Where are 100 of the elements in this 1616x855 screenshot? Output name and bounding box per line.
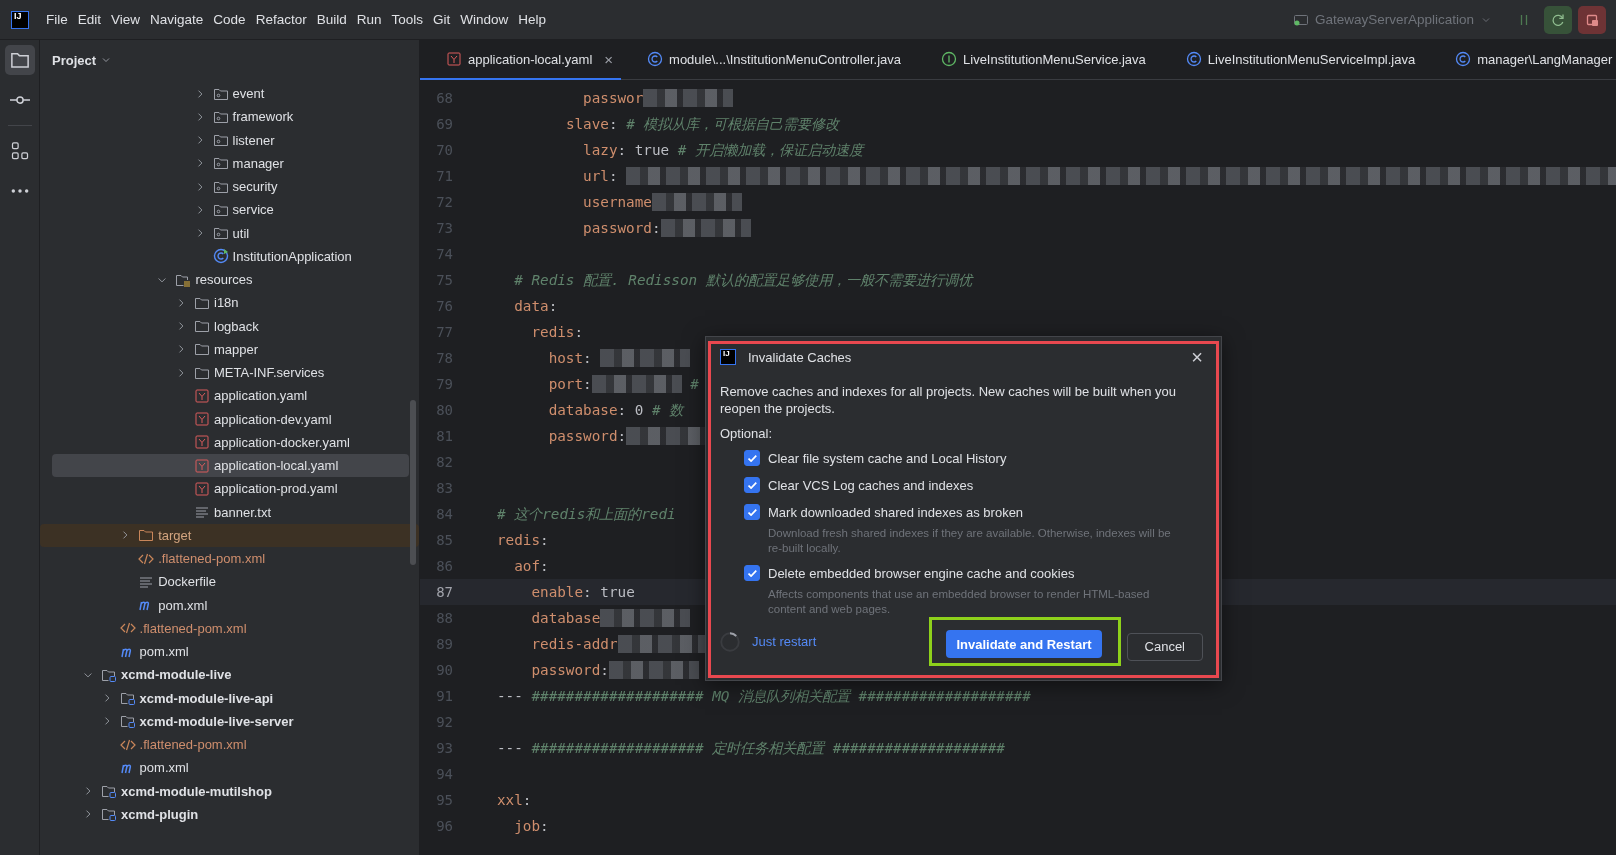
tree-item[interactable]: target — [40, 523, 419, 547]
panel-title[interactable]: Project — [52, 52, 97, 68]
cancel-button[interactable]: Cancel — [1126, 632, 1203, 661]
yaml-file-icon — [194, 387, 210, 404]
code-punctuation: : — [548, 298, 558, 314]
tree-item[interactable]: xcmd-module-live — [52, 663, 409, 687]
tree-item[interactable]: META-INF.services — [52, 361, 409, 385]
checkbox[interactable] — [744, 450, 760, 466]
yaml-key: xxl — [497, 792, 523, 808]
code-punctuation: : — [617, 142, 628, 158]
tree-item[interactable]: resources — [52, 268, 409, 292]
menu-item[interactable]: Edit — [72, 12, 107, 27]
tree-item[interactable]: i18n — [52, 291, 409, 315]
class-icon — [1455, 51, 1472, 67]
yaml-file-icon — [194, 457, 210, 474]
menu-item[interactable]: Refactor — [250, 12, 312, 27]
checkbox-label[interactable]: Delete embedded browser engine cache and cookies — [768, 565, 1075, 581]
close-button[interactable]: × — [1187, 347, 1207, 367]
scrollbar-thumb[interactable] — [410, 400, 416, 565]
app-logo[interactable]: IJ — [11, 10, 29, 29]
menu-item[interactable]: Navigate — [145, 12, 209, 27]
tool-window-button[interactable] — [4, 45, 35, 75]
editor-tab[interactable]: application-local.yaml × — [420, 40, 622, 80]
tree-item[interactable]: util — [52, 221, 409, 245]
yaml-key: redis-addr — [531, 636, 618, 652]
invalidate-and-restart-button[interactable]: Invalidate and Restart — [946, 630, 1102, 658]
tree-item[interactable]: application-dev.yaml — [52, 407, 409, 431]
code-punctuation: : — [583, 584, 593, 600]
checkmark-icon — [747, 508, 757, 516]
editor-tab[interactable]: manager\LangManager — [1429, 40, 1616, 80]
tree-item[interactable]: .flattened-pom.xml — [52, 733, 409, 757]
tree-item[interactable]: listener — [52, 128, 409, 152]
menu-item[interactable]: Window — [455, 12, 514, 27]
tree-item[interactable]: xcmd-module-live-server — [52, 709, 409, 733]
yaml-key: redis — [497, 532, 541, 548]
checkbox[interactable] — [744, 565, 760, 581]
tree-item[interactable]: xcmd-module-mutilshop — [52, 779, 409, 803]
code-comment: #################### 定时任务相关配置 #################### — [531, 738, 1005, 758]
code-comment: # — [690, 376, 699, 392]
code-punctuation: : — [540, 558, 549, 574]
checkmark-icon — [747, 569, 757, 577]
menu-item[interactable]: Tools — [386, 12, 428, 27]
editor-tab[interactable]: LiveInstitutionMenuServiceImpl.java — [1159, 40, 1430, 80]
editor-tab[interactable]: module\...\InstitutionMenuController.java — [621, 40, 915, 80]
tree-item[interactable]: .flattened-pom.xml — [52, 547, 409, 571]
tree-item[interactable]: application.yaml — [52, 384, 409, 408]
tree-item[interactable]: InstitutionApplication — [52, 244, 409, 268]
tree-item[interactable]: banner.txt — [52, 500, 409, 524]
stop-button[interactable] — [1578, 5, 1606, 34]
yaml-key: port — [548, 376, 584, 392]
checkbox[interactable] — [744, 477, 760, 493]
spinner-icon — [720, 631, 740, 652]
tree-item[interactable]: service — [52, 198, 409, 222]
just-restart-link[interactable]: Just restart — [752, 634, 817, 649]
tree-item[interactable]: mapper — [52, 337, 409, 361]
tree-item[interactable]: xcmd-module-live-api — [52, 686, 409, 710]
tree-item[interactable]: pom.xml — [52, 593, 409, 617]
code-punctuation: : — [608, 116, 618, 132]
checkbox-label[interactable]: Clear VCS Log caches and indexes — [768, 477, 974, 493]
tree-item[interactable]: framework — [52, 105, 409, 129]
tree-item[interactable]: pom.xml — [52, 756, 409, 780]
tree-item[interactable]: manager — [52, 151, 409, 175]
checkbox-label[interactable]: Clear file system cache and Local History — [768, 450, 1007, 466]
tree-item[interactable]: .flattened-pom.xml — [52, 616, 409, 640]
code-comment: # 开启懒加载，保证启动速度 — [677, 140, 863, 160]
module-folder-icon — [101, 806, 117, 823]
class-icon — [212, 248, 229, 265]
package-folder-icon — [212, 132, 229, 149]
package-folder-icon — [212, 225, 229, 242]
code-punctuation: : — [651, 220, 661, 236]
folder-icon — [194, 318, 210, 335]
menu-item[interactable]: Run — [351, 12, 387, 27]
class-icon — [647, 51, 664, 67]
code-punctuation: : — [583, 376, 592, 392]
menu-item[interactable]: Code — [208, 12, 251, 27]
tree-item[interactable]: application-prod.yaml — [52, 477, 409, 501]
tree-item[interactable]: application-local.yaml — [52, 454, 409, 478]
tree-item[interactable]: security — [52, 175, 409, 199]
checkbox[interactable] — [744, 504, 760, 520]
rerun-button[interactable] — [1544, 5, 1572, 34]
menu-item[interactable]: Git — [428, 12, 456, 27]
code-punctuation: : — [574, 324, 584, 340]
tree-item[interactable]: xcmd-plugin — [52, 802, 409, 826]
yaml-key: password — [531, 662, 601, 678]
editor-tab[interactable]: LiveInstitutionMenuService.java — [915, 40, 1160, 80]
code-comment: # 模拟从库，可根据自己需要修改 — [626, 114, 840, 134]
tree-item[interactable]: Dockerfile — [52, 570, 409, 594]
checkbox-label[interactable]: Mark downloaded shared indexes as broken — [768, 504, 1024, 520]
menu-item[interactable]: View — [106, 12, 146, 27]
tree-item[interactable]: pom.xml — [52, 640, 409, 664]
menu-item[interactable]: Help — [513, 12, 552, 27]
module-folder-icon — [101, 783, 117, 800]
tree-item[interactable]: event — [52, 82, 409, 106]
yaml-value: true — [634, 142, 670, 158]
menu-item[interactable]: Build — [311, 12, 352, 27]
more-icon — [10, 189, 29, 193]
checkmark-icon — [747, 454, 757, 462]
tree-item[interactable]: application-docker.yaml — [52, 430, 409, 454]
menu-item[interactable]: File — [41, 12, 73, 27]
tree-item[interactable]: logback — [52, 314, 409, 338]
